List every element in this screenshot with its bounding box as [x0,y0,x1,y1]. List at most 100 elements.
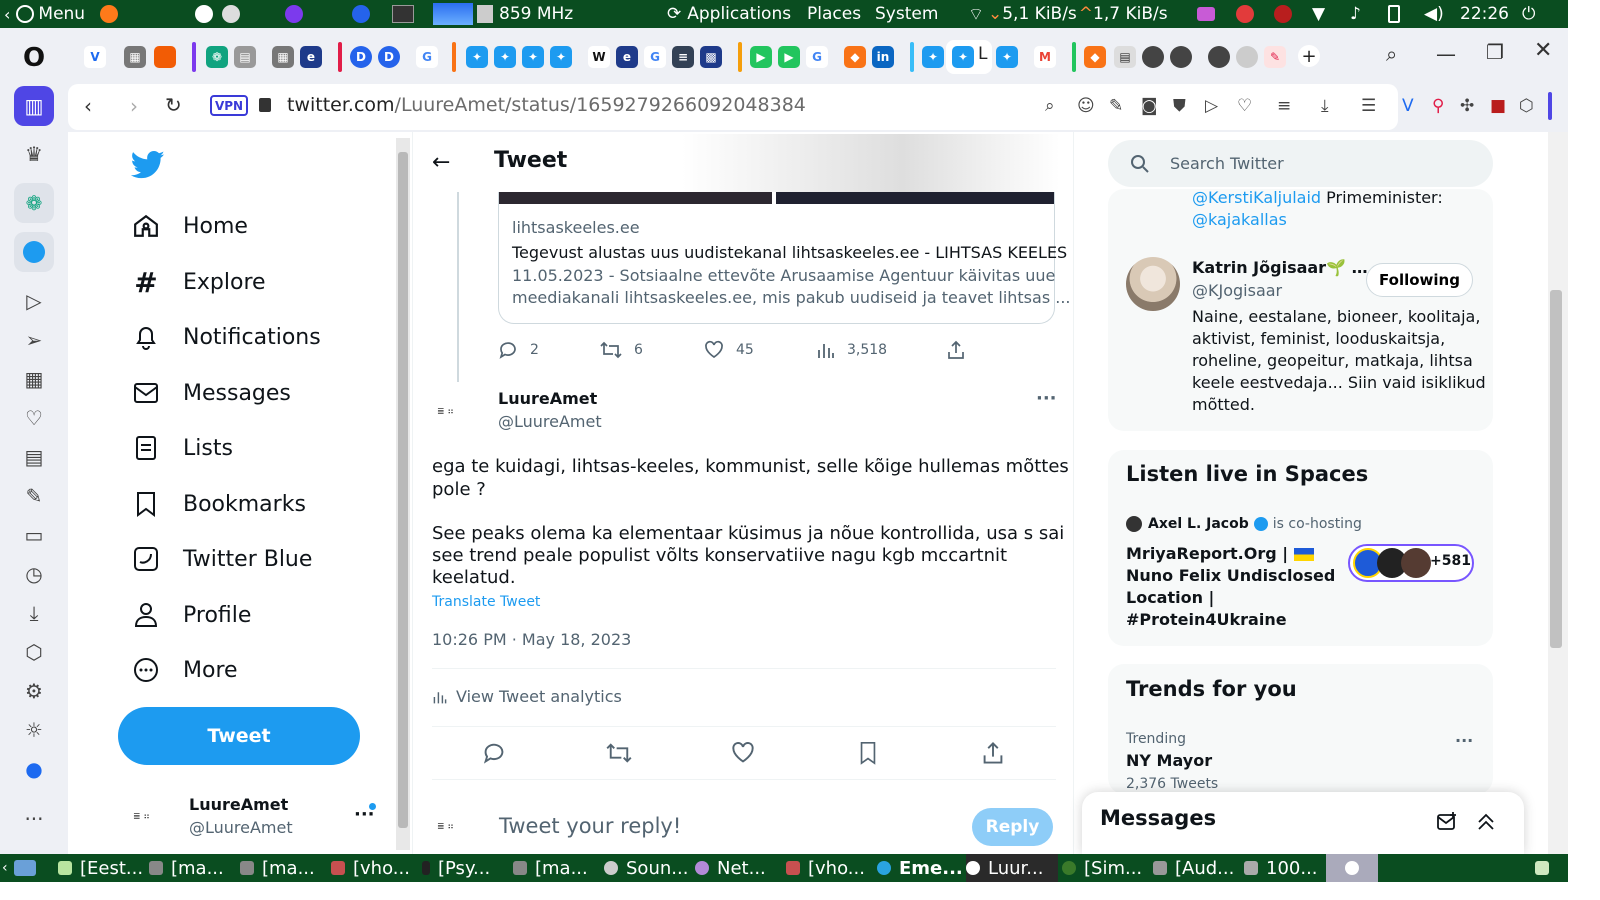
task-item[interactable]: [ma... [240,854,328,882]
tweet-timestamp[interactable]: 10:26 PM · May 18, 2023 [432,630,631,649]
sidebar-downloads-icon[interactable]: ⤓ [14,593,54,633]
sidebar-player-icon[interactable]: ▷ [14,281,54,321]
sidebar-chatgpt-icon[interactable]: ❁ [14,183,54,223]
tweet-avatar[interactable]: ≣ ⠶ [437,402,475,422]
tab-icon-google[interactable]: G [416,46,438,68]
tab-icon-twitter[interactable]: ✦ [996,46,1018,68]
extension-pin-icon[interactable]: ⚲ [1432,96,1444,116]
tray-wifi[interactable]: ▼ [1312,0,1325,28]
opera-logo-icon[interactable]: O [14,38,54,78]
extension-red-icon[interactable]: ■ [1490,96,1506,116]
task-item[interactable]: [ma... [149,854,237,882]
zoom-icon[interactable]: ⌕ [1045,96,1055,116]
sidebar-more-icon[interactable]: ··· [14,799,54,839]
nav-scrollbar[interactable] [396,138,410,850]
user-avatar[interactable] [1126,257,1180,311]
download-icon[interactable]: ⤓ [1321,96,1329,116]
reload-icon[interactable]: ↻ [165,93,182,117]
tab-icon-disc[interactable] [1142,46,1164,68]
edit-icon[interactable]: ✎ [1109,96,1123,116]
mention-link[interactable]: @kajakallas [1192,210,1287,229]
new-message-icon[interactable] [1436,811,1458,833]
nav-explore[interactable]: # Explore [132,262,265,302]
bookmark-icon[interactable] [858,741,878,765]
launcher-a[interactable] [195,0,217,28]
task-item[interactable]: Net... [695,854,783,882]
reply-button[interactable]: Reply [972,808,1053,846]
nav-more[interactable]: More [132,650,238,690]
tab-icon-ria[interactable]: ≡ [672,46,694,68]
tweet-button[interactable]: Tweet [118,707,360,765]
trend-name[interactable]: NY Mayor [1126,751,1212,770]
extension-puzzle-icon[interactable]: ✣ [1460,96,1474,116]
clock[interactable]: 22:26 [1460,0,1509,28]
tab-icon-pattern[interactable]: ▩ [700,46,722,68]
tab-icon-v[interactable]: V [84,46,106,68]
power-button[interactable]: ⏻ [1522,0,1535,28]
space-listeners[interactable]: +581 [1348,544,1474,582]
user-name[interactable]: Katrin Jõgisaar🌱 … [1192,258,1368,277]
space-title-line[interactable]: Location | [1126,588,1214,607]
task-item[interactable]: [Sim... [1062,854,1150,882]
translate-tweet-link[interactable]: Translate Tweet [432,594,540,610]
parent-views-button[interactable]: 3,518 [817,340,887,360]
workspace-switcher[interactable] [1326,854,1378,882]
tab-icon-twitter[interactable]: ✦ [494,46,516,68]
nav-home[interactable]: Home [132,206,248,246]
send-icon[interactable]: ▷ [1205,96,1218,116]
tray-2[interactable] [1236,0,1258,28]
launcher-opera[interactable] [352,0,374,28]
heart-icon[interactable]: ♡ [1237,96,1252,116]
sidebar-send-icon[interactable]: ➢ [14,320,54,360]
tab-icon-google-2[interactable]: G [644,46,666,68]
account-name[interactable]: LuureAmet [189,795,288,814]
menu-lines-icon[interactable]: ☰ [1361,96,1376,116]
restore-icon[interactable]: ❐ [1486,40,1504,64]
space-title-line[interactable]: #Protein4Ukraine [1126,610,1287,629]
tab-icon-chatgpt[interactable]: ❁ [206,46,228,68]
tab-icon-twitter[interactable]: ✦ [522,46,544,68]
tab-icon-gmail[interactable]: M [1034,46,1056,68]
page-scrollbar-thumb[interactable] [1550,290,1562,648]
sidebar-tabs-icon[interactable]: ▭ [14,515,54,555]
sidebar-edit-icon[interactable]: ✎ [14,476,54,516]
tab-icon-orange[interactable] [154,46,176,68]
parent-like-button[interactable]: 45 [704,340,754,360]
task-item[interactable]: [vho... [786,854,874,882]
launcher-terminal[interactable] [392,0,414,28]
heart-icon[interactable] [731,741,755,765]
parent-share-button[interactable] [946,340,978,360]
reply-icon[interactable] [482,741,506,765]
task-item[interactable]: [Aud... [1153,854,1241,882]
launcher-gear[interactable] [222,0,244,28]
page-scrollbar[interactable] [1548,132,1568,854]
sidebar-news-icon[interactable]: ▤ [14,437,54,477]
launcher-purple[interactable] [285,0,307,28]
space-title-line[interactable]: MriyaReport.Org | [1126,544,1314,563]
forward-icon[interactable]: › [130,94,138,118]
tab-icon-google-3[interactable]: G [806,46,828,68]
sidebar-apps-icon[interactable]: ▦ [14,359,54,399]
view-analytics-link[interactable]: View Tweet analytics [432,687,622,706]
tray-battery[interactable] [1388,0,1400,28]
tray-volume[interactable]: ◀) [1424,0,1444,28]
task-item[interactable]: [ma... [513,854,601,882]
parent-reply-button[interactable]: 2 [498,340,539,360]
tweet-more-icon[interactable]: ··· [1036,388,1057,409]
sidebar-history-icon[interactable]: ◷ [14,554,54,594]
task-item[interactable]: 100... [1244,854,1319,882]
space-host[interactable]: Axel L. Jacob is co-hosting [1126,516,1362,532]
camera-icon[interactable]: ◙ [1141,96,1158,116]
sidebar-chat-icon[interactable]: ● [14,749,54,789]
sidebar-crown-icon[interactable]: ♛ [14,134,54,174]
lock-icon[interactable] [259,98,271,112]
tab-search-icon[interactable]: ⌕ [1386,42,1397,66]
tab-icon-metamask-2[interactable]: ◆ [1084,46,1106,68]
sidebar-settings-icon[interactable]: ⚙ [14,671,54,711]
new-tab-plus-icon[interactable]: + [1298,45,1320,67]
expand-up-icon[interactable] [1476,812,1496,832]
places-menu[interactable]: Places [807,0,861,28]
tab-icon-loading[interactable] [1236,46,1258,68]
vpn-badge[interactable]: VPN [210,95,248,116]
tab-icon-twitter[interactable]: ✦ [922,46,944,68]
